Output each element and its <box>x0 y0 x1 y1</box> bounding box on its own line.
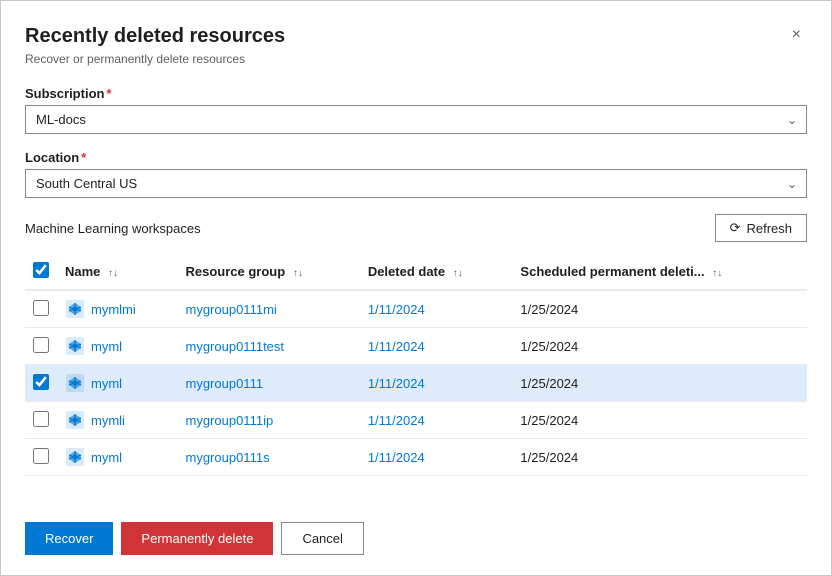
row-scheduled-delete-cell: 1/25/2024 <box>512 439 807 476</box>
refresh-icon: ⟳ <box>730 220 741 236</box>
location-dropdown[interactable]: South Central US <box>25 169 807 198</box>
workspace-icon <box>65 336 85 356</box>
table-body: mymlmi mygroup0111mi1/11/20241/25/2024 <box>25 290 807 476</box>
col-resource-group: Resource group ↑↓ <box>178 254 360 290</box>
row-resource-group-cell: mygroup0111s <box>178 439 360 476</box>
row-scheduled-delete-cell: 1/25/2024 <box>512 328 807 365</box>
row-checkbox[interactable] <box>33 411 49 427</box>
row-name-cell: myml <box>57 328 178 365</box>
location-field: Location* South Central US ⌄ <box>25 150 807 198</box>
workspace-icon <box>65 299 85 319</box>
scheduled-delete-sort-icon[interactable]: ↑↓ <box>712 268 722 279</box>
name-with-icon: mymlmi <box>65 299 166 319</box>
row-name-link[interactable]: myml <box>91 339 122 354</box>
row-checkbox[interactable] <box>33 337 49 353</box>
row-resource-group-cell: mygroup0111mi <box>178 290 360 328</box>
subscription-dropdown[interactable]: ML-docs <box>25 105 807 134</box>
resource-group-link[interactable]: mygroup0111s <box>186 450 270 465</box>
workspace-icon <box>65 447 85 467</box>
row-deleted-date-cell: 1/11/2024 <box>360 290 513 328</box>
row-checkbox-cell <box>25 439 57 476</box>
permanently-delete-button[interactable]: Permanently delete <box>121 522 273 555</box>
table-header-row: Name ↑↓ Resource group ↑↓ Deleted date ↑… <box>25 254 807 290</box>
row-deleted-date-cell: 1/11/2024 <box>360 328 513 365</box>
col-deleted-date: Deleted date ↑↓ <box>360 254 513 290</box>
name-with-icon: mymli <box>65 410 166 430</box>
row-name-cell: myml <box>57 439 178 476</box>
section-title: Machine Learning workspaces <box>25 221 201 236</box>
recover-button[interactable]: Recover <box>25 522 113 555</box>
resource-group-link[interactable]: mygroup0111 <box>186 376 264 391</box>
subscription-label: Subscription* <box>25 86 807 101</box>
row-resource-group-cell: mygroup0111test <box>178 328 360 365</box>
resources-table-container: Name ↑↓ Resource group ↑↓ Deleted date ↑… <box>25 254 807 506</box>
row-name-cell: mymlmi <box>57 290 178 328</box>
row-name-link[interactable]: mymlmi <box>91 302 136 317</box>
row-checkbox[interactable] <box>33 300 49 316</box>
name-with-icon: myml <box>65 373 166 393</box>
subscription-dropdown-container: ML-docs ⌄ <box>25 105 807 134</box>
workspace-icon <box>65 410 85 430</box>
table-row: mymli mygroup0111ip 1/11/20241/25/2024 <box>25 402 807 439</box>
name-with-icon: myml <box>65 447 166 467</box>
row-scheduled-delete-cell: 1/25/2024 <box>512 365 807 402</box>
row-deleted-date-cell: 1/11/2024 <box>360 439 513 476</box>
row-scheduled-delete-cell: 1/25/2024 <box>512 402 807 439</box>
dialog-title: Recently deleted resources <box>25 25 285 48</box>
section-header: Machine Learning workspaces ⟳ Refresh <box>25 214 807 242</box>
row-checkbox-cell <box>25 328 57 365</box>
table-row: myml mygroup0111s 1/11/20241/25/2024 <box>25 439 807 476</box>
row-name-link[interactable]: myml <box>91 376 122 391</box>
row-name-cell: myml <box>57 365 178 402</box>
dialog-header: Recently deleted resources × <box>25 25 807 48</box>
refresh-button[interactable]: ⟳ Refresh <box>715 214 807 242</box>
dialog-subtitle: Recover or permanently delete resources <box>25 52 807 66</box>
location-label: Location* <box>25 150 807 165</box>
refresh-label: Refresh <box>746 221 792 236</box>
location-dropdown-container: South Central US ⌄ <box>25 169 807 198</box>
close-button[interactable]: × <box>786 25 807 45</box>
workspace-icon <box>65 373 85 393</box>
row-checkbox-cell <box>25 365 57 402</box>
row-resource-group-cell: mygroup0111ip <box>178 402 360 439</box>
row-name-link[interactable]: myml <box>91 450 122 465</box>
row-checkbox[interactable] <box>33 448 49 464</box>
cancel-button[interactable]: Cancel <box>281 522 363 555</box>
row-checkbox[interactable] <box>33 374 49 390</box>
deleted-date-sort-icon[interactable]: ↑↓ <box>453 268 463 279</box>
recently-deleted-dialog: Recently deleted resources × Recover or … <box>0 0 832 576</box>
row-deleted-date-cell: 1/11/2024 <box>360 365 513 402</box>
select-all-checkbox[interactable] <box>33 262 49 278</box>
table-row: myml mygroup0111 1/11/20241/25/2024 <box>25 365 807 402</box>
resource-group-sort-icon[interactable]: ↑↓ <box>293 268 303 279</box>
row-scheduled-delete-cell: 1/25/2024 <box>512 290 807 328</box>
row-resource-group-cell: mygroup0111 <box>178 365 360 402</box>
header-checkbox-cell <box>25 254 57 290</box>
resource-group-link[interactable]: mygroup0111ip <box>186 413 274 428</box>
row-checkbox-cell <box>25 290 57 328</box>
name-with-icon: myml <box>65 336 166 356</box>
row-name-cell: mymli <box>57 402 178 439</box>
table-row: mymlmi mygroup0111mi 1/11/20241/25/2024 <box>25 290 807 328</box>
resource-group-link[interactable]: mygroup0111mi <box>186 302 277 317</box>
subscription-field: Subscription* ML-docs ⌄ <box>25 86 807 134</box>
row-deleted-date-cell: 1/11/2024 <box>360 402 513 439</box>
col-name: Name ↑↓ <box>57 254 178 290</box>
footer: Recover Permanently delete Cancel <box>25 506 807 575</box>
row-name-link[interactable]: mymli <box>91 413 125 428</box>
table-row: myml mygroup0111test 1/11/20241/25/2024 <box>25 328 807 365</box>
resources-table: Name ↑↓ Resource group ↑↓ Deleted date ↑… <box>25 254 807 476</box>
name-sort-icon[interactable]: ↑↓ <box>108 268 118 279</box>
row-checkbox-cell <box>25 402 57 439</box>
col-scheduled-delete: Scheduled permanent deleti... ↑↓ <box>512 254 807 290</box>
location-required-star: * <box>81 150 86 165</box>
resource-group-link[interactable]: mygroup0111test <box>186 339 285 354</box>
subscription-required-star: * <box>106 86 111 101</box>
